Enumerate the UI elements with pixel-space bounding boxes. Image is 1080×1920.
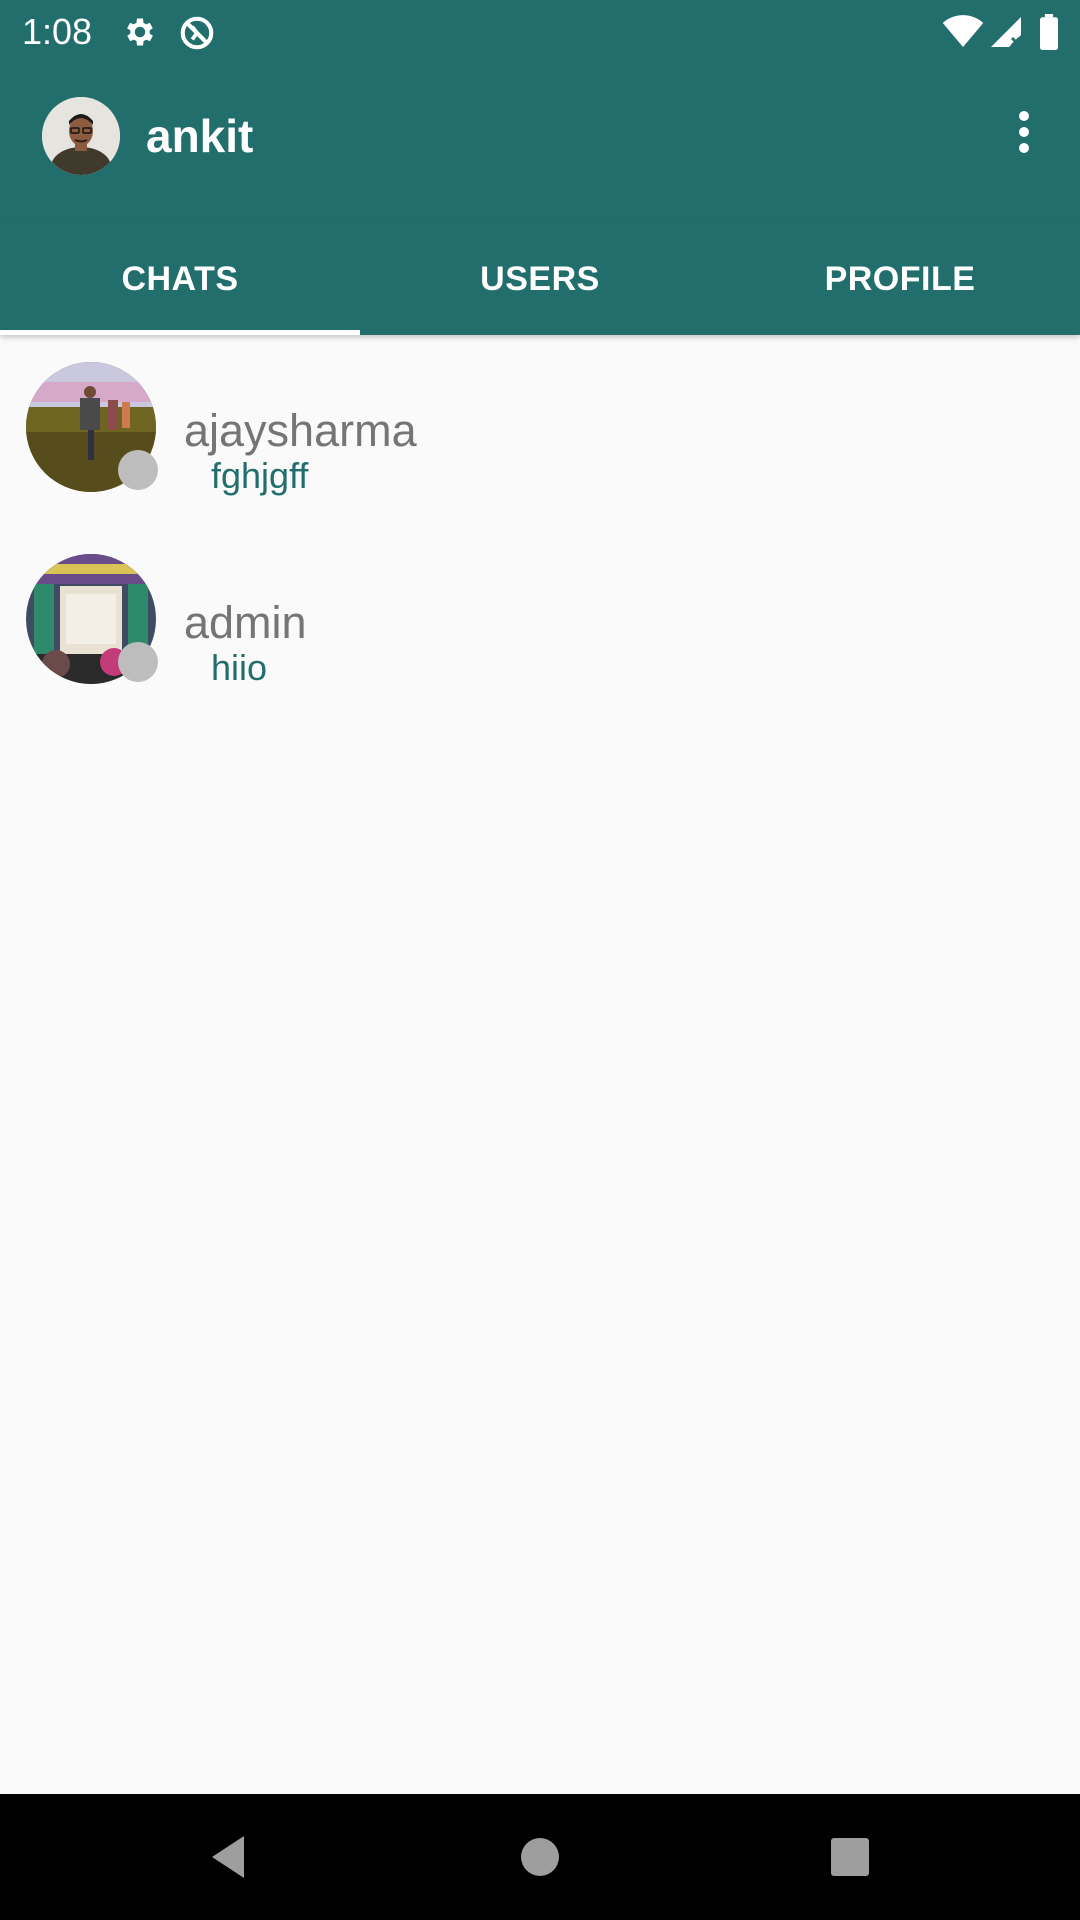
tab-profile-label: PROFILE xyxy=(824,260,976,298)
app-title: ankit xyxy=(146,110,254,162)
status-dot xyxy=(118,450,158,490)
list-item[interactable]: ajaysharma fghjgff xyxy=(0,335,1080,525)
chat-name: ajaysharma xyxy=(184,405,417,456)
nav-bar xyxy=(0,1794,1080,1920)
avatar[interactable] xyxy=(42,97,120,175)
gear-icon xyxy=(122,14,158,50)
status-time: 1:08 xyxy=(22,11,93,52)
tab-users[interactable]: USERS xyxy=(360,224,720,335)
signal-icon xyxy=(988,14,1024,50)
wifi-icon xyxy=(942,14,984,50)
chat-last-message: hiio xyxy=(211,647,268,688)
tab-chats-label: CHATS xyxy=(121,260,239,298)
no-sync-icon xyxy=(178,14,214,50)
chat-last-message: fghjgff xyxy=(211,455,309,496)
chat-name: admin xyxy=(184,597,307,648)
recents-icon[interactable] xyxy=(817,1824,883,1890)
tab-bar: CHATS USERS PROFILE xyxy=(0,224,1080,335)
home-icon[interactable] xyxy=(507,1824,573,1890)
chat-app-screen: 1:08 ankit CHATS USERS PROFILE ajaysharm… xyxy=(0,0,1080,1920)
tab-chats[interactable]: CHATS xyxy=(0,224,360,335)
more-vertical-icon[interactable] xyxy=(1000,108,1048,164)
battery-icon xyxy=(1038,14,1060,50)
tab-profile[interactable]: PROFILE xyxy=(720,224,1080,335)
back-icon[interactable] xyxy=(204,1824,270,1890)
status-dot xyxy=(118,642,158,682)
list-item[interactable]: admin hiio xyxy=(0,527,1080,717)
app-bar: ankit xyxy=(0,64,1080,224)
status-bar: 1:08 xyxy=(0,0,1080,64)
tab-users-label: USERS xyxy=(480,260,600,298)
